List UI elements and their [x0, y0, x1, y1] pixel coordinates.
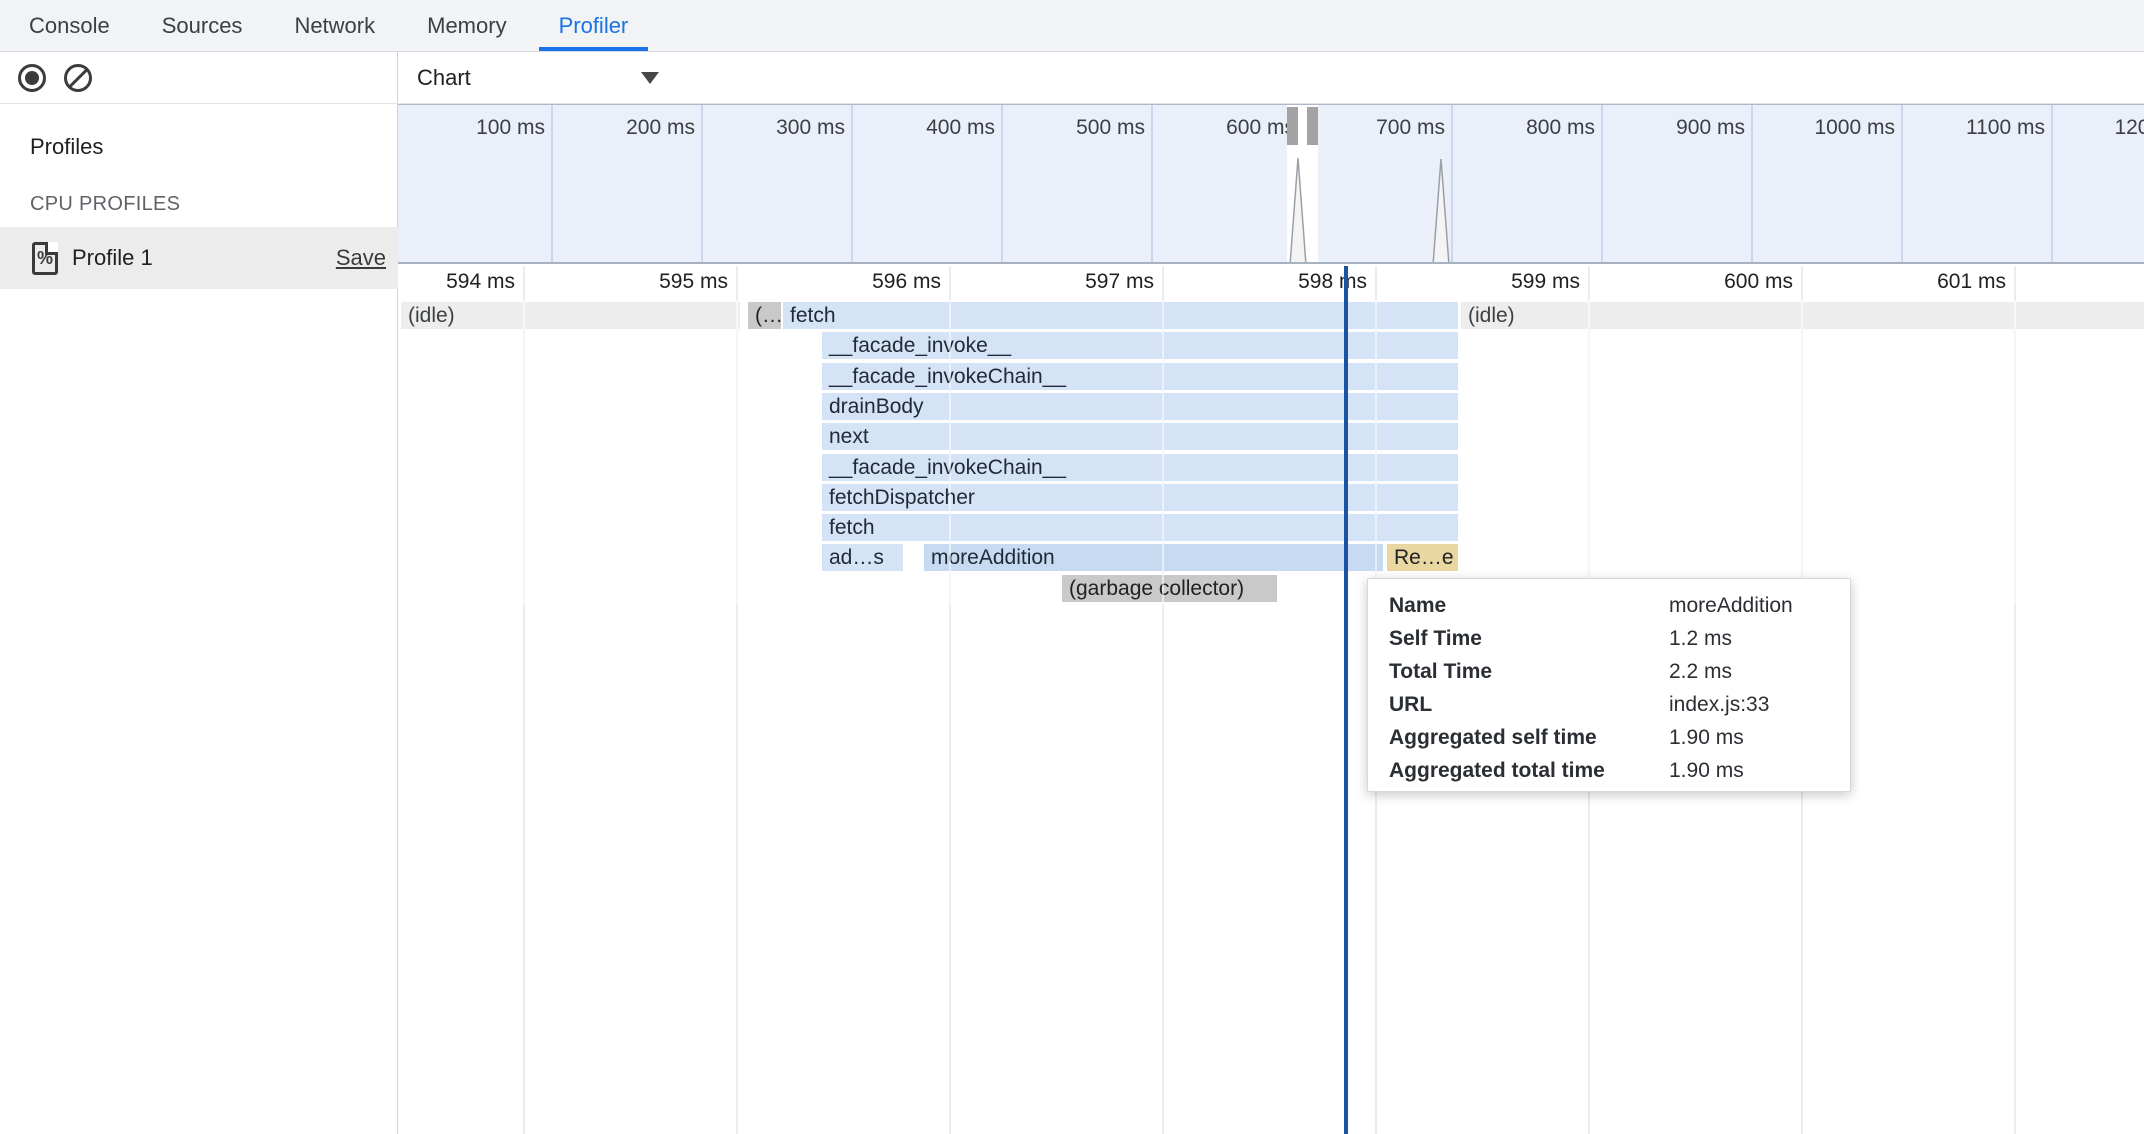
flame-ruler-label: 597 ms: [1004, 266, 1154, 300]
tab-network[interactable]: Network: [274, 0, 395, 51]
tooltip-value: 1.90 ms: [1669, 754, 1850, 787]
flame-frame[interactable]: __facade_invokeChain__: [822, 363, 1458, 390]
flame-chart[interactable]: 594 ms595 ms596 ms597 ms598 ms599 ms600 …: [398, 266, 2144, 1134]
flame-frame[interactable]: (garbage collector): [1062, 575, 1277, 602]
flame-frame[interactable]: drainBody: [822, 393, 1458, 420]
tab-label: Sources: [162, 13, 243, 39]
flame-gridline-overlay: [1375, 300, 1377, 605]
tooltip-value: index.js:33: [1669, 688, 1850, 721]
flame-gridline-overlay: [1801, 300, 1803, 605]
profiles-heading: Profiles: [30, 134, 397, 160]
flame-gridline-overlay: [1162, 300, 1164, 605]
save-profile-link[interactable]: Save: [336, 245, 386, 271]
selection-left-handle[interactable]: [1287, 107, 1298, 145]
tooltip-label: Aggregated self time: [1389, 721, 1669, 754]
tooltip-label: Name: [1389, 589, 1669, 622]
flame-frame[interactable]: Re…e: [1387, 544, 1458, 571]
flame-ruler-label: 601 ms: [1856, 266, 2006, 300]
tab-label: Memory: [427, 13, 506, 39]
flame-frame[interactable]: fetch: [822, 514, 1458, 541]
profiler-record-controls: [0, 52, 398, 103]
tab-profiler[interactable]: Profiler: [539, 0, 649, 51]
flame-ruler-label: 594 ms: [398, 266, 515, 300]
tab-label: Console: [29, 13, 110, 39]
flame-ruler-label: 600 ms: [1643, 266, 1793, 300]
flame-gridline-overlay: [523, 300, 525, 605]
tooltip-label: Aggregated total time: [1389, 754, 1669, 787]
tooltip-value: 2.2 ms: [1669, 655, 1850, 688]
timeline-overview[interactable]: 100 ms200 ms300 ms400 ms500 ms600 ms700 …: [398, 104, 2144, 264]
flame-gridline-overlay: [2014, 300, 2016, 605]
tab-console[interactable]: Console: [9, 0, 130, 51]
view-mode-select[interactable]: Chart: [417, 65, 659, 91]
flame-frame[interactable]: __facade_invoke__: [822, 332, 1458, 359]
tooltip-label: Self Time: [1389, 622, 1669, 655]
playhead-line[interactable]: [1344, 266, 1348, 1134]
flame-frame[interactable]: moreAddition: [924, 544, 1383, 571]
profile-document-icon: %: [32, 242, 58, 275]
flame-frame[interactable]: ad…s: [822, 544, 903, 571]
tooltip-value: 1.2 ms: [1669, 622, 1850, 655]
tooltip-label: Total Time: [1389, 655, 1669, 688]
tooltip-value: moreAddition: [1669, 589, 1850, 622]
flame-frame[interactable]: fetchDispatcher: [822, 484, 1458, 511]
flame-ruler-label: 596 ms: [791, 266, 941, 300]
sidebar-item-profile-1[interactable]: % Profile 1 Save: [0, 227, 398, 289]
cpu-profiles-section-heading: CPU PROFILES: [30, 193, 397, 216]
flame-gridline-overlay: [736, 300, 738, 605]
cpu-spike: [1433, 159, 1449, 264]
flame-frame[interactable]: (…: [748, 302, 781, 329]
flame-gridline-overlay: [1588, 300, 1590, 605]
view-mode-value: Chart: [417, 65, 471, 91]
profiler-toolbar: Chart: [0, 52, 2144, 104]
tab-memory[interactable]: Memory: [407, 0, 526, 51]
flame-frame[interactable]: __facade_invokeChain__: [822, 454, 1458, 481]
tab-sources[interactable]: Sources: [142, 0, 263, 51]
flame-ruler-label: 599 ms: [1430, 266, 1580, 300]
tooltip-value: 1.90 ms: [1669, 721, 1850, 754]
profiles-sidebar: Profiles CPU PROFILES % Profile 1 Save: [0, 104, 398, 1134]
frame-tooltip: NamemoreAddition Self Time1.2 ms Total T…: [1367, 578, 1851, 792]
clear-profiles-button[interactable]: [64, 64, 92, 92]
profiler-main: 100 ms200 ms300 ms400 ms500 ms600 ms700 …: [398, 104, 2144, 1134]
flame-gridline-overlay: [949, 300, 951, 605]
view-toolbar: Chart: [398, 52, 2144, 103]
selection-right-handle[interactable]: [1307, 107, 1318, 145]
tooltip-label: URL: [1389, 688, 1669, 721]
flame-ruler-label: 595 ms: [578, 266, 728, 300]
cpu-activity-spikes: [398, 105, 2144, 264]
profile-name: Profile 1: [72, 245, 336, 271]
flame-frame[interactable]: next: [822, 423, 1458, 450]
cpu-spike: [1290, 158, 1306, 264]
flame-frame[interactable]: fetch: [783, 302, 1458, 329]
record-profile-button[interactable]: [18, 64, 46, 92]
tab-label: Network: [294, 13, 375, 39]
chevron-down-icon: [641, 72, 659, 84]
devtools-tab-bar: Console Sources Network Memory Profiler: [0, 0, 2144, 52]
flame-frame[interactable]: (idle): [401, 302, 740, 329]
tab-label: Profiler: [559, 13, 629, 39]
